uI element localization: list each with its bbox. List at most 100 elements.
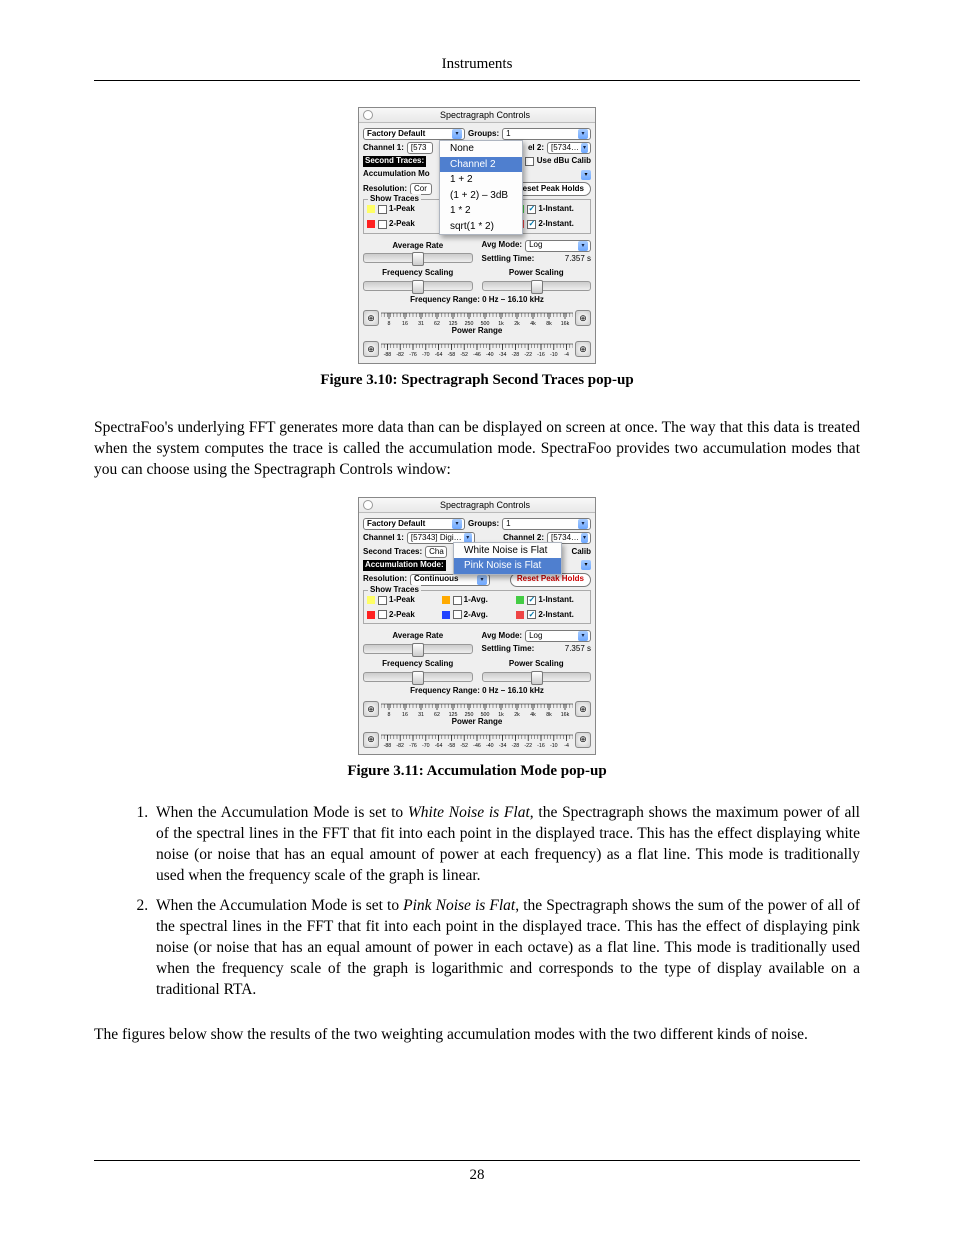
- avg-mode-dropdown[interactable]: Log▾: [525, 240, 591, 252]
- power-knob-right[interactable]: ⊕: [575, 341, 591, 357]
- freq-ruler[interactable]: 81631621252505001k2k4k8k16k: [381, 310, 573, 326]
- channel2-value: [5734…: [551, 143, 579, 154]
- list-item: When the Accumulation Mode is set to Whi…: [152, 803, 860, 887]
- trace-1-peak[interactable]: 1-Peak: [367, 204, 438, 215]
- channel1-dropdown[interactable]: [573: [407, 142, 433, 154]
- power-knob-right[interactable]: ⊕: [575, 732, 591, 748]
- svg-text:-52: -52: [460, 742, 468, 747]
- svg-text:4k: 4k: [530, 321, 536, 326]
- preset-dropdown[interactable]: Factory Default▾: [363, 128, 465, 140]
- menu-item[interactable]: 1 * 2: [440, 203, 522, 219]
- average-rate-label: Average Rate: [363, 241, 473, 252]
- close-icon[interactable]: [363, 500, 373, 510]
- svg-text:125: 125: [449, 321, 458, 326]
- svg-text:-52: -52: [460, 352, 468, 357]
- freq-scaling-slider[interactable]: [363, 281, 473, 291]
- power-range-label: Power Range: [363, 326, 591, 337]
- average-rate-slider[interactable]: [363, 644, 473, 654]
- freq-scaling-slider[interactable]: [363, 672, 473, 682]
- menu-item[interactable]: White Noise is Flat: [454, 543, 561, 559]
- svg-text:-76: -76: [409, 742, 417, 747]
- menu-item[interactable]: Pink Noise is Flat: [454, 558, 561, 574]
- svg-text:500: 500: [481, 321, 490, 326]
- second-traces-dropdown[interactable]: Cha: [425, 546, 447, 558]
- show-traces-title: Show Traces: [368, 194, 421, 205]
- trace-2-peak[interactable]: 2-Peak: [367, 610, 438, 621]
- trace-1-instant[interactable]: ✓1-Instant.: [516, 204, 587, 215]
- page-number: 28: [470, 1167, 485, 1183]
- figure-3-10: Spectragraph Controls Factory Default▾ G…: [94, 107, 860, 390]
- svg-text:62: 62: [434, 321, 440, 326]
- figure-caption-1: Figure 3.10: Spectragraph Second Traces …: [320, 370, 633, 390]
- svg-text:250: 250: [465, 321, 474, 326]
- svg-text:-34: -34: [499, 742, 507, 747]
- channel2-dropdown[interactable]: [5734…▾: [547, 142, 591, 154]
- groups-dropdown[interactable]: 1▾: [502, 518, 591, 530]
- freq-scaling-label: Frequency Scaling: [363, 268, 473, 279]
- accumulation-label: Accumulation Mode:: [363, 560, 446, 571]
- panel-titlebar: Spectragraph Controls: [359, 108, 595, 123]
- show-traces-group: Show Traces 1-Peak 2-Peak 1-Avg. 2-Avg. …: [363, 590, 591, 625]
- power-scaling-slider[interactable]: [482, 672, 592, 682]
- svg-text:16k: 16k: [561, 712, 570, 717]
- use-dbu-checkbox[interactable]: [525, 157, 534, 166]
- trace-2-peak[interactable]: 2-Peak: [367, 219, 438, 230]
- trace-1-peak[interactable]: 1-Peak: [367, 595, 438, 606]
- menu-item[interactable]: Channel 2: [440, 157, 522, 173]
- freq-knob-right[interactable]: ⊕: [575, 701, 591, 717]
- svg-text:2k: 2k: [514, 712, 520, 717]
- second-traces-menu[interactable]: NoneChannel 21 + 2(1 + 2) – 3dB1 * 2sqrt…: [439, 140, 523, 235]
- power-knob-left[interactable]: ⊕: [363, 341, 379, 357]
- menu-item[interactable]: None: [440, 141, 522, 157]
- trace-2-avg[interactable]: 2-Avg.: [442, 610, 513, 621]
- average-rate-slider[interactable]: [363, 253, 473, 263]
- power-scaling-slider[interactable]: [482, 281, 592, 291]
- resolution-label: Resolution:: [363, 184, 407, 195]
- svg-text:125: 125: [449, 712, 458, 717]
- svg-text:-82: -82: [396, 352, 404, 357]
- resolution-value: Cor: [414, 184, 427, 195]
- list-item: When the Accumulation Mode is set to Pin…: [152, 896, 860, 1001]
- svg-text:-10: -10: [550, 742, 558, 747]
- trace-1-instant[interactable]: ✓1-Instant.: [516, 595, 587, 606]
- svg-text:-88: -88: [384, 352, 392, 357]
- average-rate-label: Average Rate: [363, 631, 473, 642]
- paragraph-2: The figures below show the results of th…: [94, 1025, 860, 1046]
- svg-text:-34: -34: [499, 352, 507, 357]
- settling-value: 7.357 s: [565, 644, 591, 655]
- svg-text:-28: -28: [512, 742, 520, 747]
- trace-2-instant[interactable]: ✓2-Instant.: [516, 219, 587, 230]
- reset-peak-holds-button[interactable]: Reset Peak Holds: [510, 573, 591, 587]
- close-icon[interactable]: [363, 110, 373, 120]
- freq-knob-left[interactable]: ⊕: [363, 701, 379, 717]
- menu-item[interactable]: 1 + 2: [440, 172, 522, 188]
- preset-dropdown[interactable]: Factory Default▾: [363, 518, 465, 530]
- freq-knob-left[interactable]: ⊕: [363, 310, 379, 326]
- svg-text:-40: -40: [486, 352, 494, 357]
- spectragraph-panel-2: Spectragraph Controls Factory Default▾ G…: [358, 497, 596, 755]
- svg-text:500: 500: [481, 712, 490, 717]
- groups-dropdown[interactable]: 1▾: [502, 128, 591, 140]
- accumulation-mode-menu[interactable]: White Noise is FlatPink Noise is Flat: [453, 542, 562, 575]
- freq-knob-right[interactable]: ⊕: [575, 310, 591, 326]
- power-ruler[interactable]: -88-82-76-70-64-58-52-46-40-34-28-22-16-…: [381, 732, 573, 748]
- freq-ruler[interactable]: 81631621252505001k2k4k8k16k: [381, 701, 573, 717]
- menu-item[interactable]: (1 + 2) – 3dB: [440, 188, 522, 204]
- svg-text:-22: -22: [524, 742, 532, 747]
- svg-text:-28: -28: [512, 352, 520, 357]
- power-ruler[interactable]: -88-82-76-70-64-58-52-46-40-34-28-22-16-…: [381, 341, 573, 357]
- settling-value: 7.357 s: [565, 254, 591, 265]
- resolution-label: Resolution:: [363, 574, 407, 585]
- trace-2-instant[interactable]: ✓2-Instant.: [516, 610, 587, 621]
- resolution-dropdown[interactable]: Continuous▾: [410, 574, 490, 586]
- svg-text:-16: -16: [537, 352, 545, 357]
- menu-item[interactable]: sqrt(1 * 2): [440, 219, 522, 235]
- groups-label: Groups:: [468, 129, 499, 140]
- trace-1-avg[interactable]: 1-Avg.: [442, 595, 513, 606]
- svg-text:-64: -64: [435, 352, 443, 357]
- svg-text:-46: -46: [473, 742, 481, 747]
- avg-mode-label: Avg Mode:: [482, 631, 523, 642]
- avg-mode-dropdown[interactable]: Log▾: [525, 630, 591, 642]
- panel-title: Spectragraph Controls: [379, 499, 591, 511]
- power-knob-left[interactable]: ⊕: [363, 732, 379, 748]
